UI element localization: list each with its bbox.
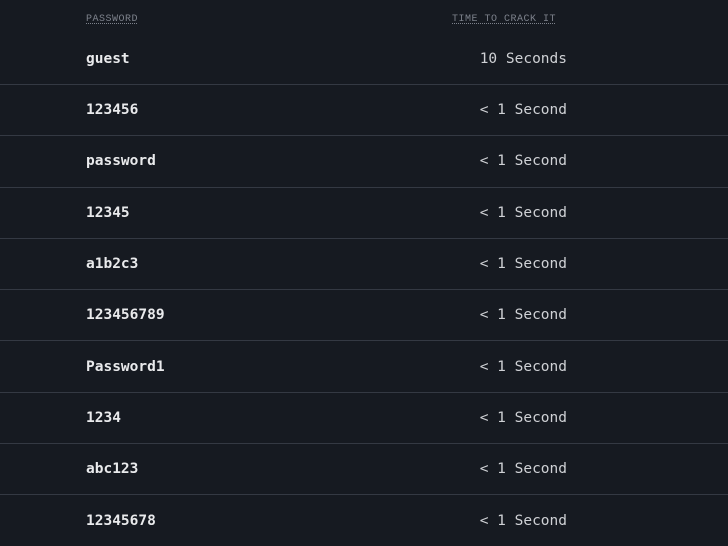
- password-cell: 123456: [86, 102, 139, 119]
- table-row: 12345678 < 1 Second: [0, 495, 728, 546]
- time-to-crack-cell: < 1 Second: [479, 307, 567, 324]
- password-cell: 1234: [86, 409, 121, 426]
- time-to-crack-cell: < 1 Second: [479, 153, 567, 170]
- table-row: 123456 < 1 Second: [0, 85, 728, 137]
- password-cell: 12345678: [86, 513, 156, 530]
- table-row: Password1 < 1 Second: [0, 341, 728, 393]
- column-header-password[interactable]: PASSWORD: [86, 14, 138, 25]
- time-to-crack-cell: < 1 Second: [479, 513, 567, 530]
- table-row: abc123 < 1 Second: [0, 444, 728, 496]
- time-to-crack-cell: < 1 Second: [479, 204, 567, 221]
- password-cell: abc123: [86, 461, 139, 478]
- password-cell: password: [86, 153, 156, 170]
- time-to-crack-cell: < 1 Second: [479, 461, 567, 478]
- password-cell: Password1: [86, 358, 165, 375]
- password-cell: a1b2c3: [86, 256, 139, 273]
- table-row: guest 10 Seconds: [0, 34, 728, 85]
- table-row: 1234 < 1 Second: [0, 393, 728, 445]
- table-row: password < 1 Second: [0, 136, 728, 188]
- password-cell: guest: [86, 51, 130, 67]
- time-to-crack-cell: < 1 Second: [479, 358, 567, 375]
- table-header: PASSWORD TIME TO CRACK IT: [0, 0, 728, 34]
- time-to-crack-cell: < 1 Second: [479, 102, 567, 119]
- time-to-crack-cell: < 1 Second: [479, 256, 567, 273]
- time-to-crack-cell: < 1 Second: [479, 409, 567, 426]
- password-cell: 12345: [86, 204, 130, 221]
- column-header-time-to-crack[interactable]: TIME TO CRACK IT: [452, 14, 556, 25]
- table-row: a1b2c3 < 1 Second: [0, 239, 728, 291]
- table-row: 12345 < 1 Second: [0, 188, 728, 239]
- password-table: PASSWORD TIME TO CRACK IT guest 10 Secon…: [0, 0, 728, 546]
- table-row: 123456789 < 1 Second: [0, 290, 728, 342]
- time-to-crack-cell: 10 Seconds: [479, 51, 567, 67]
- password-cell: 123456789: [86, 307, 165, 324]
